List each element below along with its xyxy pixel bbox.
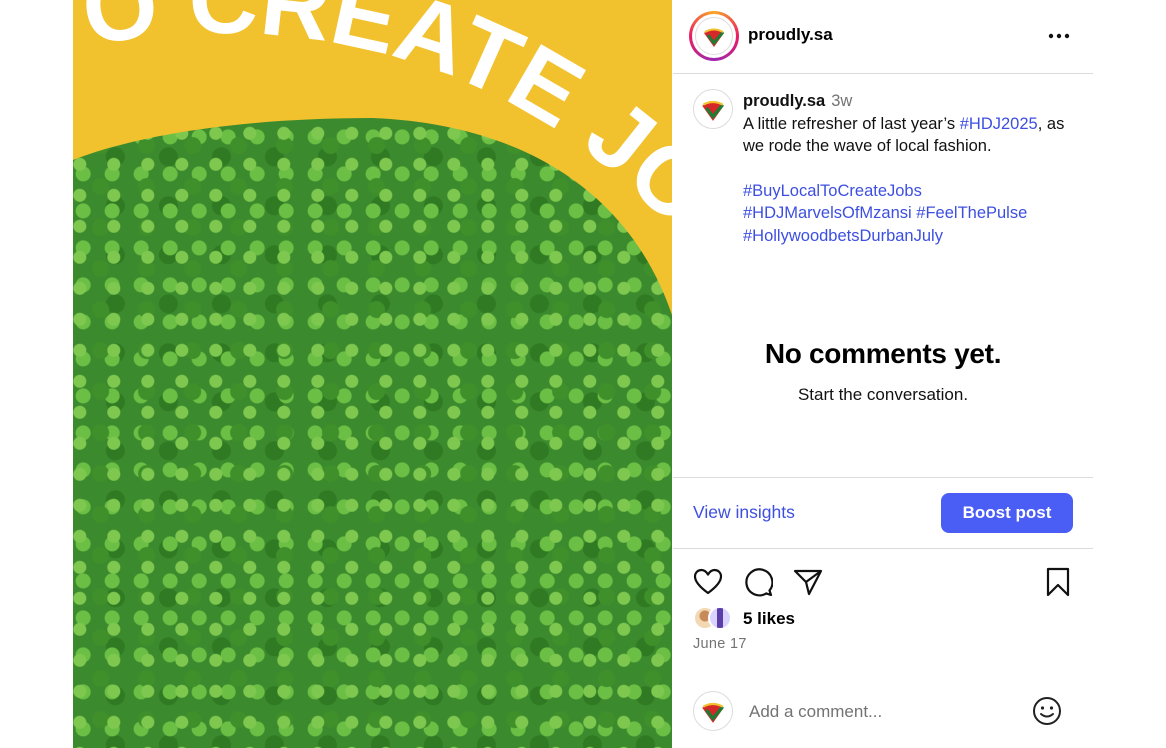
hashtag-link[interactable]: #HollywoodbetsDurbanJuly — [743, 227, 943, 245]
boost-post-button[interactable]: Boost post — [941, 493, 1073, 533]
more-horizontal-icon[interactable] — [1047, 25, 1071, 47]
share-icon[interactable] — [792, 566, 824, 598]
header-avatar[interactable] — [689, 11, 739, 61]
no-comments-title: No comments yet. — [764, 338, 1002, 369]
post-caption: proudly.sa 3w A little refresher of last … — [743, 90, 1078, 247]
heart-icon[interactable] — [692, 566, 724, 598]
caption-timestamp[interactable]: 3w — [831, 92, 852, 110]
caption-username[interactable]: proudly.sa — [743, 92, 825, 110]
hashtag-link[interactable]: #HDJMarvelsOfMzansi — [743, 204, 912, 222]
no-comments-subtitle: Start the conversation. — [797, 385, 969, 404]
avatar — [708, 606, 732, 630]
brand-logo-icon — [702, 100, 724, 121]
header-divider — [673, 73, 1093, 74]
liker-avatars[interactable] — [693, 606, 737, 632]
caption-avatar[interactable] — [693, 89, 733, 129]
comment-avatar — [693, 691, 733, 731]
insights-divider-top — [673, 477, 1093, 478]
header-username[interactable]: proudly.sa — [748, 25, 833, 45]
view-insights-link[interactable]: View insights — [693, 502, 795, 523]
post-image-banner: TO CREATE JO — [73, 0, 672, 748]
bookmark-icon[interactable] — [1042, 566, 1074, 598]
comment-icon[interactable] — [742, 566, 774, 598]
brand-logo-icon — [695, 17, 733, 55]
post-image[interactable]: TO CREATE JO — [73, 0, 672, 748]
hashtag-link[interactable]: #HDJ2025 — [960, 115, 1038, 133]
hashtag-link[interactable]: #BuyLocalToCreateJobs — [743, 182, 922, 200]
emoji-icon[interactable] — [1032, 696, 1062, 726]
caption-text-line1: A little refresher of last year’s — [743, 114, 956, 133]
insights-divider-bottom — [673, 548, 1093, 549]
hashtag-link[interactable]: #FeelThePulse — [916, 204, 1027, 222]
likes-count[interactable]: 5 likes — [743, 609, 795, 629]
brand-logo-icon — [702, 702, 724, 723]
post-detail-panel: proudly.sa proudly.sa 3w A little refresh… — [673, 0, 1093, 748]
post-date[interactable]: June 17 — [693, 636, 747, 652]
banner-graphic: TO CREATE JO — [73, 0, 672, 315]
comment-input[interactable] — [749, 697, 1019, 727]
